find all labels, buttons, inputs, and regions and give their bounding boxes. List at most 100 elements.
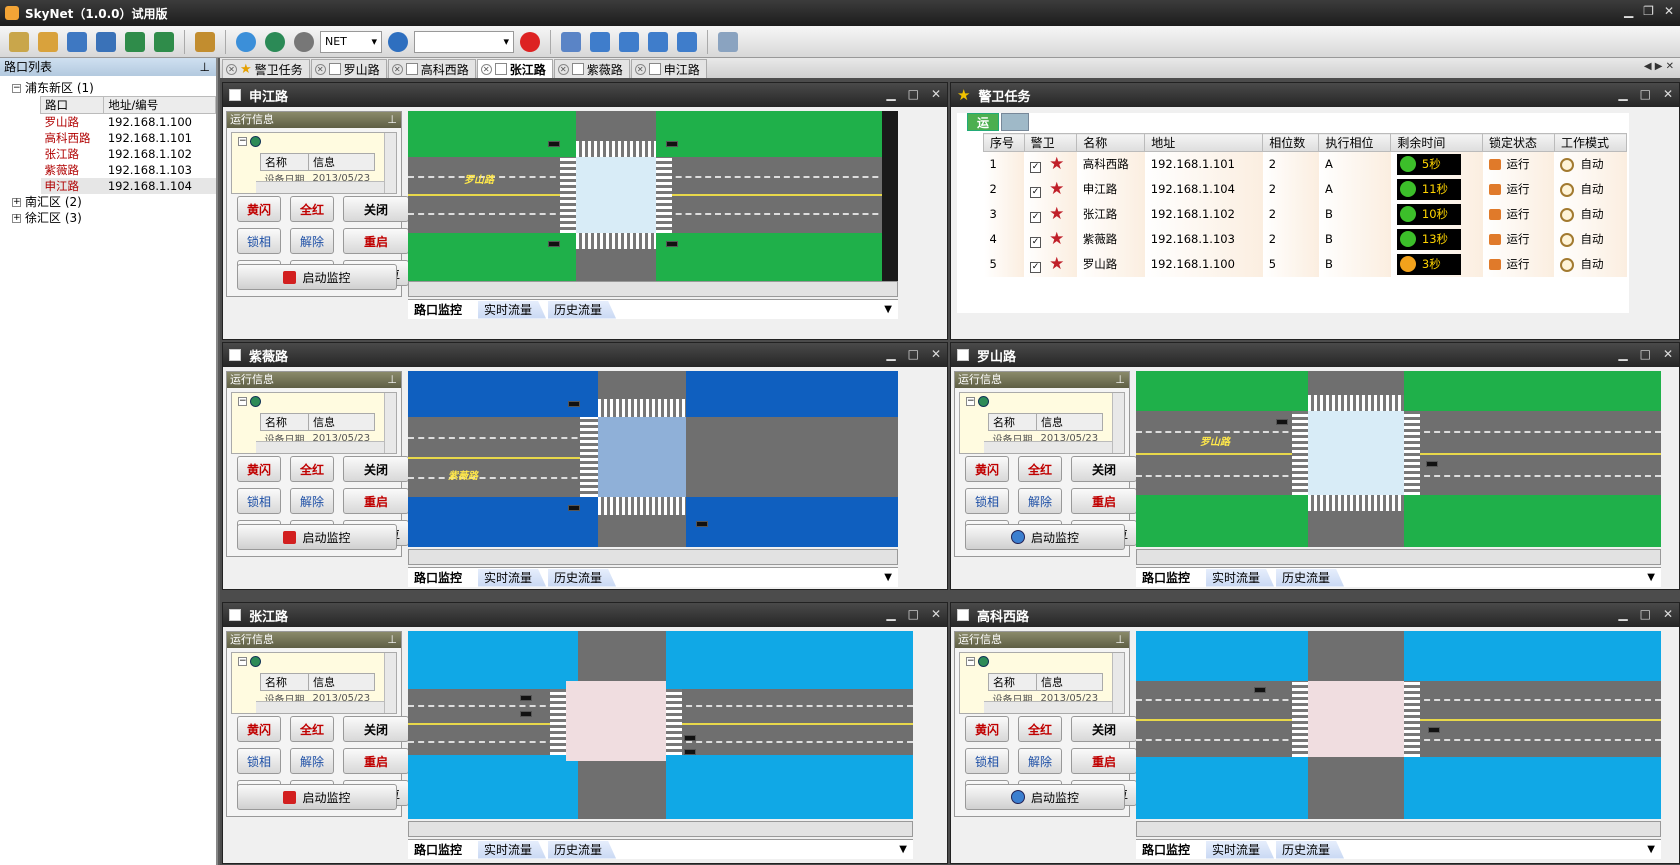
maximize-icon[interactable]: □ [1640,87,1651,101]
collapse-icon[interactable]: − [12,83,21,93]
maximize-icon[interactable]: □ [1640,347,1651,361]
minimize-icon[interactable]: ▁ [1618,87,1627,101]
start-monitor-button[interactable]: 启动监控 [237,784,397,810]
release-button[interactable]: 解除 [1018,748,1062,774]
pin-icon[interactable]: ⊥ [387,632,397,648]
pin-icon[interactable]: ⊥ [1115,372,1125,388]
vertical-scrollbar[interactable] [1112,653,1124,713]
info-node[interactable]: − [238,396,261,407]
info-node[interactable]: − [238,136,261,147]
yellow-flash-button[interactable]: 黄闪 [237,716,281,742]
yellow-flash-button[interactable]: 黄闪 [237,196,281,222]
open-button[interactable] [93,29,119,55]
start-monitor-button[interactable]: 启动监控 [237,264,397,290]
vertical-scrollbar[interactable] [384,133,396,193]
horizontal-scrollbar[interactable] [984,441,1112,453]
horizontal-scrollbar[interactable] [408,281,898,297]
collapse-icon[interactable]: − [238,657,247,666]
minimize-icon[interactable]: ▁ [886,87,895,101]
restart-button[interactable]: 重启 [343,748,409,774]
vertical-scrollbar[interactable] [384,653,396,713]
chevron-down-icon[interactable]: ▼ [1647,572,1655,583]
table-row[interactable]: 申江路 192.168.1.104 [40,178,216,194]
chevron-down-icon[interactable]: ▼ [884,304,892,315]
horizontal-scrollbar[interactable] [408,821,913,837]
tab-history-flow[interactable]: 历史流量 [1276,568,1345,587]
tab-realtime-flow[interactable]: 实时流量 [478,300,547,319]
lock-button[interactable] [715,29,741,55]
tab-ziwei[interactable]: ✕ 紫薇路 [553,59,630,78]
stop-button[interactable] [517,29,543,55]
tile-horizontal-button[interactable] [616,29,642,55]
collapse-icon[interactable]: − [966,397,975,406]
guard-checkbox[interactable]: ✓ [1030,187,1042,198]
tab-luoshan[interactable]: ✕ 罗山路 [310,59,387,78]
close-tab-icon[interactable]: ✕ [557,63,569,75]
tab-intersection-monitor[interactable]: 路口监控 [408,568,477,587]
table-row[interactable]: 5 ✓ ★ 罗山路 192.168.1.100 5 B 3秒 运行 自动 [983,251,1627,277]
network-button[interactable] [233,29,259,55]
tab-intersection-monitor[interactable]: 路口监控 [1136,568,1205,587]
start-monitor-button[interactable]: 启动监控 [965,784,1125,810]
all-red-button[interactable]: 全红 [290,456,334,482]
collapse-icon[interactable]: − [966,657,975,666]
maximize-icon[interactable]: □ [1640,607,1651,621]
tab-history-flow[interactable]: 历史流量 [548,300,617,319]
pin-icon[interactable]: ⊥ [387,112,397,128]
guard-checkbox[interactable]: ✓ [1030,212,1042,223]
yellow-flash-button[interactable]: 黄闪 [965,456,1009,482]
close-icon[interactable]: ✕ [931,87,941,101]
table-row[interactable]: 紫薇路 192.168.1.103 [41,162,216,178]
chevron-down-icon[interactable]: ▼ [899,844,907,855]
all-red-button[interactable]: 全红 [1018,716,1062,742]
maximize-icon[interactable]: □ [908,87,919,101]
tab-intersection-monitor[interactable]: 路口监控 [408,840,477,859]
tab-history-flow[interactable]: 历史流量 [1276,840,1345,859]
release-button[interactable]: 解除 [1018,488,1062,514]
tab-realtime-flow[interactable]: 实时流量 [478,840,547,859]
collapse-icon[interactable]: − [238,397,247,406]
all-red-button[interactable]: 全红 [290,196,334,222]
tile-vertical-button[interactable] [645,29,671,55]
tab-shenjiang[interactable]: ✕ 申江路 [630,59,707,78]
off-button[interactable]: 关闭 [343,716,409,742]
vertical-scrollbar[interactable] [384,393,396,453]
pin-icon[interactable]: ⊥ [200,58,210,76]
tab-blank[interactable] [1001,113,1029,131]
lock-phase-button[interactable]: 锁相 [237,488,281,514]
start-monitor-button[interactable]: 启动监控 [965,524,1125,550]
off-button[interactable]: 关闭 [1071,716,1137,742]
cascade-button[interactable] [587,29,613,55]
tab-history-flow[interactable]: 历史流量 [548,568,617,587]
search-select[interactable]: ▾ [414,30,514,53]
restart-button[interactable]: 重启 [343,228,409,254]
tab-running[interactable]: 运行 [967,113,999,148]
chevron-down-icon[interactable]: ▼ [884,572,892,583]
expand-icon[interactable]: + [12,213,21,223]
close-tab-icon[interactable]: ✕ [314,63,326,75]
grid-view-button[interactable] [558,29,584,55]
edit-button[interactable] [35,29,61,55]
search-button[interactable] [385,29,411,55]
off-button[interactable]: 关闭 [343,456,409,482]
close-tab-icon[interactable]: ✕ [634,63,646,75]
tab-history-flow[interactable]: 历史流量 [548,840,617,859]
close-icon[interactable]: ✕ [1663,347,1673,361]
horizontal-scrollbar[interactable] [408,549,898,565]
pin-icon[interactable]: ⊥ [1115,632,1125,648]
tab-realtime-flow[interactable]: 实时流量 [1206,568,1275,587]
release-button[interactable]: 解除 [290,228,334,254]
close-tab-icon[interactable]: ✕ [480,63,492,75]
restore-icon[interactable]: ❐ [1643,4,1654,18]
start-monitor-button[interactable]: 启动监控 [237,524,397,550]
info-node[interactable]: − [966,656,989,667]
close-tab-icon[interactable]: ✕ [391,63,403,75]
all-red-button[interactable]: 全红 [290,716,334,742]
lock-phase-button[interactable]: 锁相 [237,748,281,774]
restart-button[interactable]: 重启 [1071,748,1137,774]
vertical-scrollbar[interactable] [1112,393,1124,453]
restart-button[interactable]: 重启 [1071,488,1137,514]
save-button[interactable] [122,29,148,55]
table-row[interactable]: 高科西路 192.168.1.101 [41,130,216,146]
pin-icon[interactable]: ⊥ [387,372,397,388]
